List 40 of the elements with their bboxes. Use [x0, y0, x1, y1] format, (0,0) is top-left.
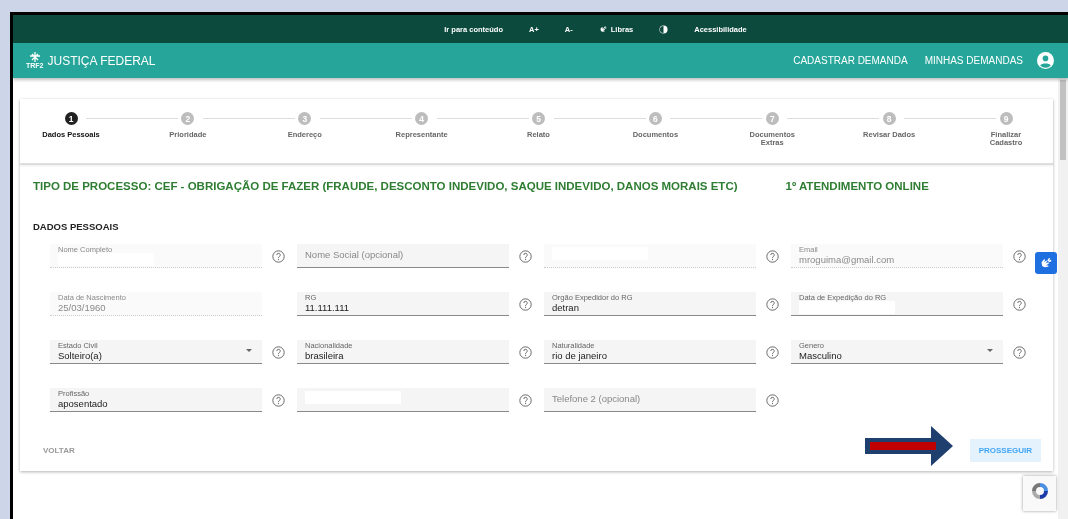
- scrollbar-thumb[interactable]: [1060, 80, 1066, 160]
- help-icon[interactable]: [766, 393, 779, 407]
- logo-icon: [28, 52, 41, 62]
- help-icon[interactable]: [519, 393, 532, 407]
- help-icon[interactable]: [519, 297, 532, 311]
- help-icon[interactable]: [272, 393, 285, 407]
- step-number[interactable]: 4: [415, 112, 429, 125]
- recaptcha-badge[interactable]: [1023, 476, 1056, 511]
- help-icon[interactable]: [1013, 345, 1026, 359]
- service-title: 1º ATENDIMENTO ONLINE: [785, 180, 929, 192]
- step-number[interactable]: 5: [532, 112, 545, 125]
- step-number[interactable]: 3: [298, 112, 312, 125]
- help-icon[interactable]: [1013, 297, 1026, 311]
- hands-icon: [598, 24, 608, 34]
- user-account-icon[interactable]: [1037, 52, 1054, 69]
- step-number[interactable]: 8: [882, 112, 896, 125]
- section-title: DADOS PESSOAIS: [32, 220, 120, 232]
- process-type-title: TIPO DE PROCESSO: CEF - OBRIGAÇÃO DE FAZER (FRAUDE, DESCONTO INDEVIDO, SAQUE INDEVIDO, DANOS MORAIS ETC): [33, 180, 738, 192]
- site-title: JUSTIÇA FEDERAL: [47, 53, 156, 68]
- text-field[interactable]: [297, 388, 509, 412]
- nav-link[interactable]: MINHAS DEMANDAS: [924, 55, 1023, 66]
- step-number[interactable]: 1: [64, 112, 78, 125]
- step-number[interactable]: 9: [999, 112, 1013, 125]
- step-number[interactable]: 7: [765, 112, 779, 125]
- text-field[interactable]: Telefone 2 (opcional): [544, 388, 756, 412]
- help-icon[interactable]: [766, 345, 779, 359]
- help-icon[interactable]: [519, 249, 532, 263]
- help-icon[interactable]: [519, 345, 532, 359]
- step-number[interactable]: 2: [181, 112, 195, 125]
- contrast-icon[interactable]: [659, 24, 669, 34]
- text-field[interactable]: Nome Social (opcional): [297, 244, 509, 268]
- help-icon[interactable]: [272, 345, 285, 359]
- nav-link[interactable]: CADASTRAR DEMANDA: [793, 55, 908, 66]
- continue-button[interactable]: PROSSEGUIR: [969, 439, 1041, 462]
- dropdown-caret-icon: [987, 349, 993, 352]
- recaptcha-icon: [1030, 481, 1050, 501]
- help-icon[interactable]: [766, 297, 779, 311]
- step-number[interactable]: 6: [648, 112, 662, 125]
- dropdown-caret-icon: [246, 349, 252, 352]
- libras-button[interactable]: [1035, 252, 1057, 274]
